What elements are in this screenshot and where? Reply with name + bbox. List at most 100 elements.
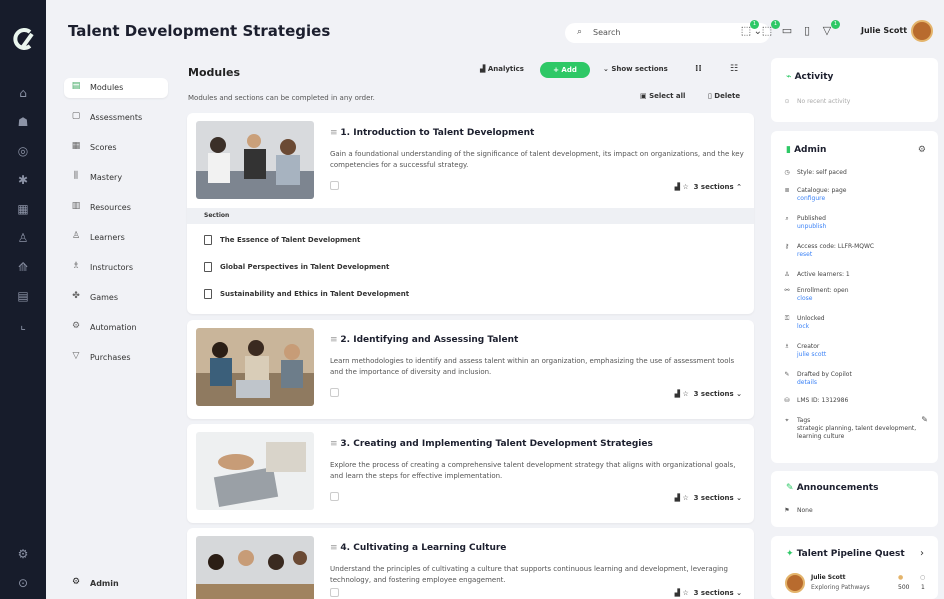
add-button[interactable]: + Add <box>540 62 590 78</box>
chevron-down-icon[interactable]: ⌄ <box>736 494 742 502</box>
target-icon[interactable]: ◎ <box>12 142 34 160</box>
subnav-item-automation[interactable]: ⚙ Automation <box>64 318 168 338</box>
module-card[interactable]: ≡ 3. Creating and Implementing Talent De… <box>187 424 754 523</box>
cart-icon[interactable]: ▽ 1 <box>819 20 840 37</box>
show-sections-dropdown[interactable]: ⌄ Show sections <box>603 65 668 73</box>
close-link[interactable]: close <box>797 295 812 302</box>
grid-view-icon[interactable]: ⁞⁞ <box>695 64 702 74</box>
quest-icon: ✦ <box>786 549 797 559</box>
unpublish-link[interactable]: unpublish <box>797 223 826 230</box>
details-link[interactable]: details <box>797 379 817 386</box>
subnav-item-purchases[interactable]: ▽ Purchases <box>64 348 168 368</box>
clipboard-icon[interactable]: ▯ <box>799 24 815 37</box>
chevron-up-icon[interactable]: ⌃ <box>736 183 742 191</box>
logo-icon[interactable] <box>10 26 36 52</box>
library-icon[interactable]: ▤ <box>12 287 34 305</box>
subnav-item-games[interactable]: ✤ Games <box>64 288 168 308</box>
subnav-item-assessments[interactable]: ▢ Assessments <box>64 108 168 128</box>
reset-link[interactable]: reset <box>797 251 812 258</box>
drag-handle-icon[interactable]: ≡ <box>330 543 340 553</box>
module-meta[interactable]: ▟ ☆ 3 sections ⌄ <box>675 494 742 502</box>
notifications-icon[interactable]: ⬚ 1 <box>738 20 759 37</box>
ai-icon[interactable]: ✱ <box>12 171 34 189</box>
section-row[interactable]: Global Perspectives in Talent Developmen… <box>204 262 389 272</box>
list-view-icon[interactable]: ☷ <box>730 64 738 74</box>
chevron-right-icon[interactable]: › <box>920 548 924 559</box>
messages-icon[interactable]: ⬚ 1 <box>759 20 780 37</box>
module-meta[interactable]: ▟ ☆ 3 sections ⌄ <box>675 589 742 597</box>
module-title[interactable]: ≡ 3. Creating and Implementing Talent De… <box>330 439 653 449</box>
subnav-item-modules[interactable]: ▤ Modules <box>64 78 168 98</box>
users-icon[interactable]: ☗ <box>12 113 34 131</box>
search-icon: ⌕ <box>577 27 583 37</box>
lock-link[interactable]: lock <box>797 323 809 330</box>
subnav-item-instructors[interactable]: ♗ Instructors <box>64 258 168 278</box>
analytics-button[interactable]: ▟ Analytics <box>480 65 524 73</box>
module-title[interactable]: ≡ 4. Cultivating a Learning Culture <box>330 543 506 553</box>
settings-icon[interactable]: ⚙ <box>918 145 926 155</box>
module-checkbox[interactable] <box>330 588 339 597</box>
subnav-item-learners[interactable]: ♙ Learners <box>64 228 168 248</box>
edit-icon[interactable]: ✎ <box>921 415 928 424</box>
chart-icon[interactable]: ⟰ <box>12 258 34 276</box>
analytics-icon[interactable]: ▟ <box>675 390 680 398</box>
document-icon <box>204 235 212 245</box>
drag-handle-icon[interactable]: ≡ <box>330 335 340 345</box>
key-icon: ⚷ <box>784 243 790 250</box>
chevron-down-icon[interactable]: ⌄ <box>736 589 742 597</box>
delete-button[interactable]: ▯ Delete <box>708 92 740 100</box>
drag-handle-icon[interactable]: ≡ <box>330 439 340 449</box>
star-icon[interactable]: ☆ <box>682 183 688 191</box>
module-card[interactable]: ≡ 2. Identifying and Assessing Talent Le… <box>187 320 754 419</box>
help-icon[interactable]: ⊙ <box>12 574 34 592</box>
module-meta[interactable]: ▟ ☆ 3 sections ⌃ <box>675 183 742 191</box>
quest-user-name: Julie Scott <box>811 574 846 581</box>
quest-panel[interactable]: ✦ Talent Pipeline Quest › Julie Scott Ex… <box>771 536 938 599</box>
drag-handle-icon[interactable]: ≡ <box>330 128 340 138</box>
activity-title: ⌁ Activity <box>786 72 834 82</box>
settings-icon[interactable]: ⚙ <box>12 545 34 563</box>
home-icon[interactable]: ⌂ <box>12 84 34 102</box>
top-bar: Talent Development Strategies ⌕ Search ⌄… <box>46 0 944 56</box>
section-row[interactable]: Sustainability and Ethics in Talent Deve… <box>204 289 409 299</box>
module-title[interactable]: ≡ 1. Introduction to Talent Development <box>330 128 534 138</box>
calendar-icon[interactable]: ▭ <box>779 24 795 37</box>
analytics-icon[interactable]: ▟ <box>675 494 680 502</box>
analytics-icon: ▟ <box>480 65 488 73</box>
subnav-item-admin[interactable]: ⚙ Admin <box>64 574 168 594</box>
module-card[interactable]: ≡ 4. Cultivating a Learning Culture Unde… <box>187 528 754 599</box>
learner-icon[interactable]: ♙ <box>12 229 34 247</box>
trophy-icon: ○ <box>920 574 926 581</box>
analytics-icon[interactable]: ▟ <box>675 183 680 191</box>
resources-icon: ▥ <box>71 201 81 211</box>
grid-icon[interactable]: ▦ <box>12 200 34 218</box>
module-checkbox[interactable] <box>330 181 339 190</box>
avatar[interactable] <box>911 20 933 42</box>
star-icon[interactable]: ☆ <box>682 589 688 597</box>
chevron-down-icon[interactable]: ⌄ <box>736 390 742 398</box>
purchases-icon: ▽ <box>72 351 80 361</box>
configure-link[interactable]: configure <box>797 195 825 202</box>
pulse-icon: ⌁ <box>786 72 795 82</box>
star-icon[interactable]: ☆ <box>682 390 688 398</box>
star-icon[interactable]: ☆ <box>682 494 688 502</box>
analytics-icon[interactable]: ⌞ <box>12 316 34 334</box>
subnav-item-resources[interactable]: ▥ Resources <box>64 198 168 218</box>
subnav-item-mastery[interactable]: ⫼ Mastery <box>64 168 168 188</box>
section-row[interactable]: The Essence of Talent Development <box>204 235 360 245</box>
user-name[interactable]: Julie Scott <box>861 26 907 35</box>
search-input[interactable]: Search <box>593 28 620 37</box>
module-card[interactable]: ≡ 1. Introduction to Talent Development … <box>187 113 754 314</box>
module-meta[interactable]: ▟ ☆ 3 sections ⌄ <box>675 390 742 398</box>
assessment-icon: ▢ <box>71 111 81 121</box>
module-title[interactable]: ≡ 2. Identifying and Assessing Talent <box>330 335 518 345</box>
coin-icon: ● <box>898 574 904 581</box>
tag-icon: ⌖ <box>785 417 789 424</box>
select-all-button[interactable]: ▣ Select all <box>640 92 685 100</box>
creator-link[interactable]: julie scott <box>797 351 826 358</box>
module-checkbox[interactable] <box>330 492 339 501</box>
analytics-icon[interactable]: ▟ <box>675 589 680 597</box>
module-checkbox[interactable] <box>330 388 339 397</box>
module-image <box>196 328 314 406</box>
subnav-item-scores[interactable]: ▦ Scores <box>64 138 168 158</box>
